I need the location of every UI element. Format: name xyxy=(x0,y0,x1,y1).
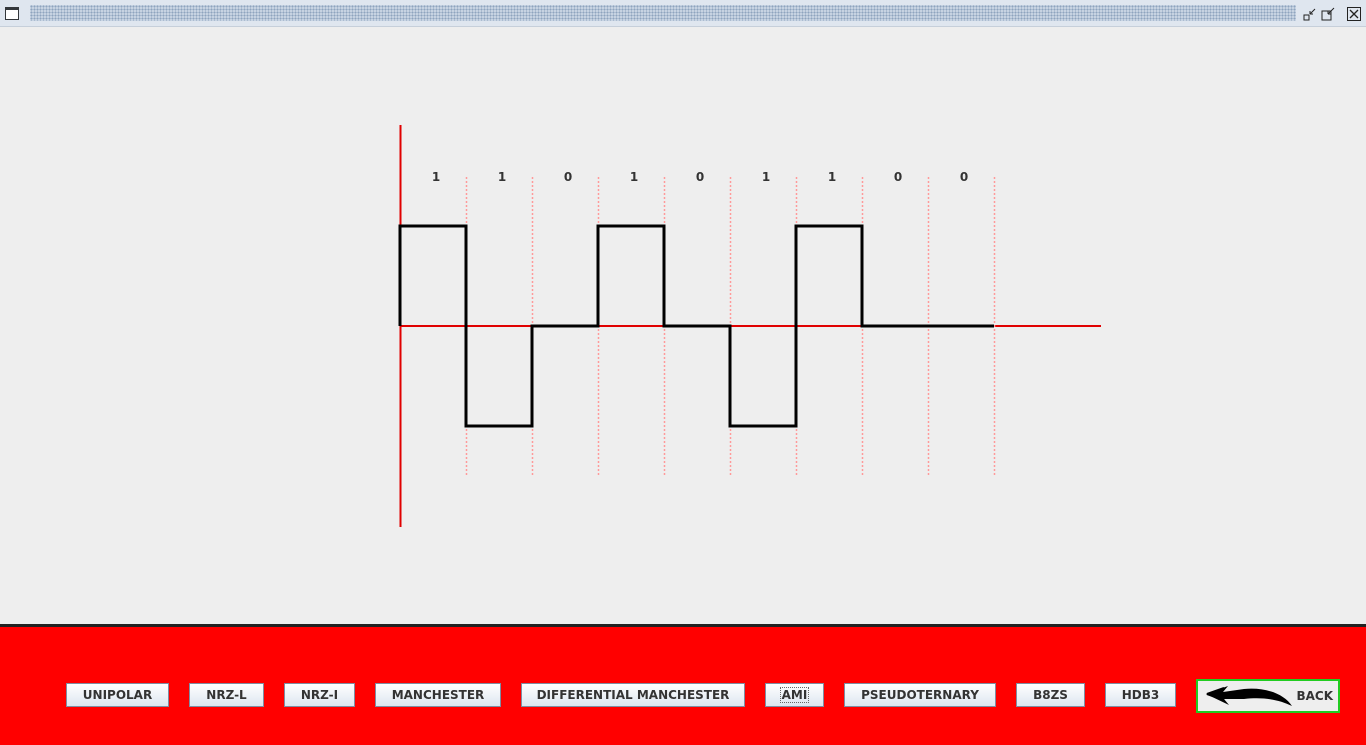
bit-label: 0 xyxy=(960,170,968,184)
manchester-button[interactable]: MANCHESTER xyxy=(375,683,501,707)
bit-label: 0 xyxy=(894,170,902,184)
hdb3-button[interactable]: HDB3 xyxy=(1105,683,1176,707)
ami-button[interactable]: AMI xyxy=(765,683,824,707)
back-button[interactable]: BACK xyxy=(1196,679,1340,713)
pseudoternary-button[interactable]: PSEUDOTERNARY xyxy=(844,683,996,707)
bit-labels: 1 1 0 1 0 1 1 0 0 xyxy=(432,170,968,184)
bit-label: 0 xyxy=(696,170,704,184)
differential-manchester-button[interactable]: DIFFERENTIAL MANCHESTER xyxy=(521,683,745,707)
nrz-l-button[interactable]: NRZ-L xyxy=(189,683,264,707)
minimize-icon[interactable] xyxy=(1302,6,1318,22)
bit-label: 1 xyxy=(762,170,770,184)
bit-label: 1 xyxy=(432,170,440,184)
title-bar-pattern xyxy=(30,5,1296,21)
back-label: BACK xyxy=(1296,689,1333,703)
bit-label: 1 xyxy=(828,170,836,184)
encoding-panel: UNIPOLAR NRZ-L NRZ-I MANCHESTER DIFFEREN… xyxy=(0,624,1366,745)
bit-label: 1 xyxy=(498,170,506,184)
bit-label: 1 xyxy=(630,170,638,184)
b8zs-button[interactable]: B8ZS xyxy=(1016,683,1085,707)
bit-label: 0 xyxy=(564,170,572,184)
title-bar xyxy=(0,0,1366,27)
window-icon xyxy=(5,7,19,20)
maximize-icon[interactable] xyxy=(1320,6,1336,22)
unipolar-button[interactable]: UNIPOLAR xyxy=(66,683,169,707)
waveform-chart: 1 1 0 1 0 1 1 0 0 xyxy=(398,125,1101,527)
signal-canvas: 1 1 0 1 0 1 1 0 0 xyxy=(0,27,1366,624)
nrz-i-button[interactable]: NRZ-I xyxy=(284,683,355,707)
close-icon[interactable] xyxy=(1346,6,1362,22)
back-arrow-icon xyxy=(1206,686,1292,706)
